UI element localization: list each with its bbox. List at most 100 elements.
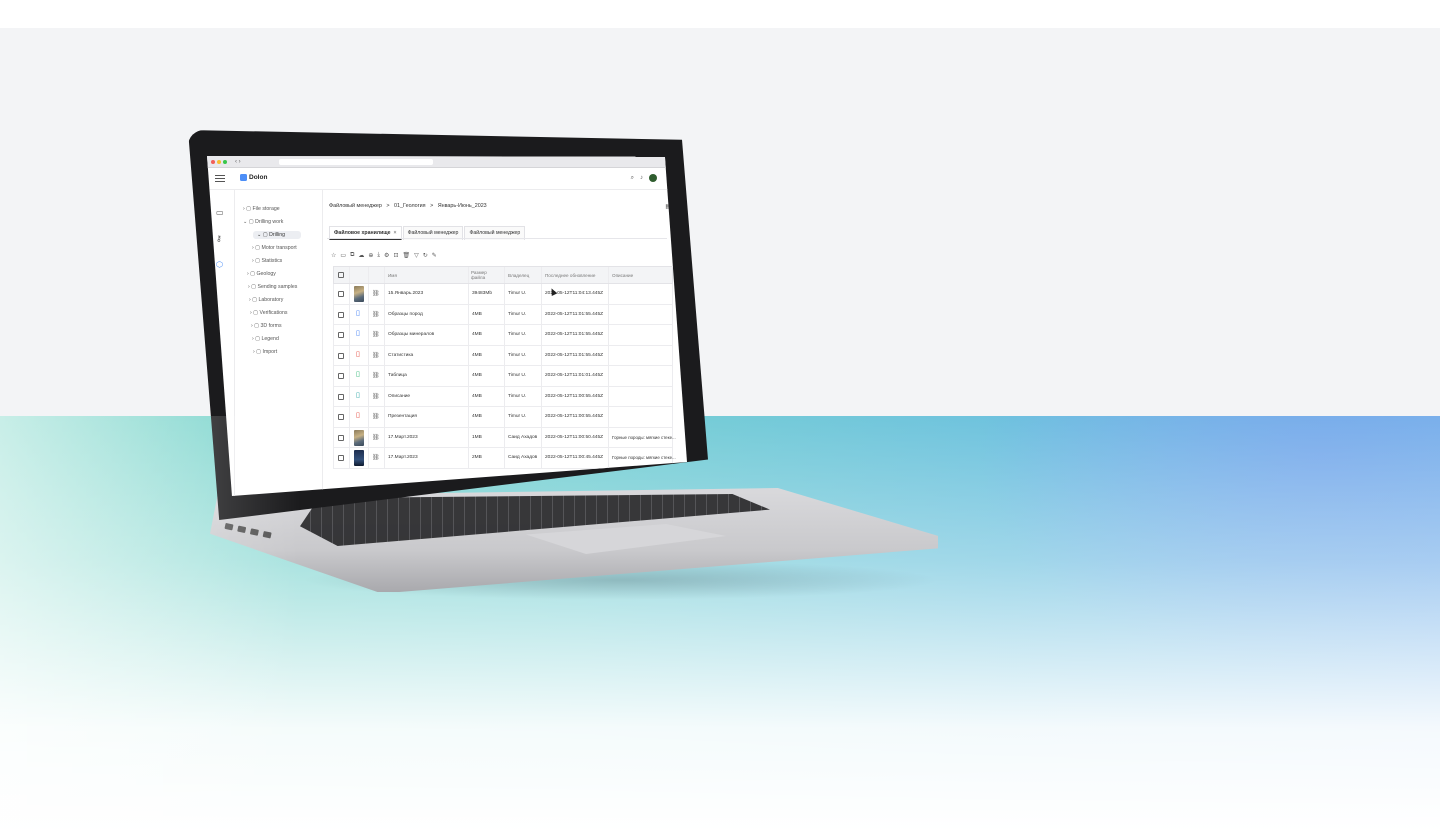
link-icon[interactable]: ⛓ <box>372 311 380 318</box>
tree-item-motor-transport[interactable]: › ▢ Motor transport <box>252 245 297 251</box>
breadcrumb-item[interactable]: Январь-Июнь_2023 <box>438 203 487 209</box>
breadcrumb-separator: > <box>430 203 434 209</box>
text-file-icon[interactable]: ▯ <box>356 392 360 400</box>
file-name[interactable]: 17.Март.2023 <box>388 455 418 460</box>
table-row[interactable]: ▯ ⛓ Описание 4MB Timur U. 2022-05-12T11:00:55… <box>333 386 673 407</box>
presentation-file-icon[interactable]: ▯ <box>356 412 360 420</box>
image-thumbnail[interactable] <box>354 429 364 446</box>
row-checkbox[interactable] <box>338 414 344 420</box>
file-table: Имя Размер файла Владелец Последнее обно… <box>333 266 676 469</box>
tab-close-icon[interactable]: × <box>394 230 397 236</box>
table-row[interactable]: ⛓ 17.Март.2023 1MB Саид Ахадов 2022-05-12T11… <box>333 427 676 448</box>
document-file-icon[interactable]: ▯ <box>356 330 360 338</box>
link-icon[interactable]: ⛓ <box>372 372 380 379</box>
file-name[interactable]: 17.Март.2023 <box>388 435 418 440</box>
toolbar: ☆ ▭ ⧉ ☁ ⊕ ⤓ ⚙ ⊡ 🗑 ▽ ↻ ✎ <box>331 252 437 259</box>
document-file-icon[interactable]: ▯ <box>356 310 360 318</box>
row-checkbox[interactable] <box>338 352 344 359</box>
monitor-icon[interactable]: ▭ <box>216 208 224 217</box>
table-row[interactable]: ⛓ 17.Март.2023 2MB Саид Ахадов 2022-05-12T11… <box>333 448 676 469</box>
key-icon[interactable]: ⚷ <box>216 234 222 243</box>
browser-nav-arrows-icon[interactable]: ‹ › <box>235 159 241 165</box>
cube-icon[interactable]: ⬡ <box>216 260 223 269</box>
tabs-divider <box>327 238 667 239</box>
share-icon[interactable]: ⊕ <box>368 252 373 259</box>
tree-item-laboratory[interactable]: › ▢ Laboratory <box>249 297 283 303</box>
file-name[interactable]: Образцы пород <box>388 312 423 317</box>
file-updated: 2022-05-12T11:00:55.445Z <box>545 414 604 419</box>
link-icon[interactable]: ⛓ <box>372 454 380 461</box>
header-actions: ⌕ ♪ <box>631 174 657 182</box>
file-name[interactable]: 15.Январь.2023 <box>388 291 423 296</box>
row-checkbox[interactable] <box>338 393 344 400</box>
minimize-dot[interactable] <box>217 159 221 164</box>
tree-item-verifications[interactable]: › ▢ Verifications <box>250 310 287 316</box>
spreadsheet-file-icon[interactable]: ▯ <box>356 371 360 379</box>
link-icon[interactable]: ⛓ <box>372 393 380 400</box>
notification-icon[interactable]: ♪ <box>640 175 643 181</box>
menu-icon[interactable] <box>215 174 225 184</box>
link-icon[interactable]: ⛓ <box>372 434 380 441</box>
column-header-size[interactable]: Размер файла <box>471 270 497 281</box>
copy-icon[interactable]: ⧉ <box>350 252 354 259</box>
image-thumbnail[interactable] <box>354 286 364 302</box>
column-header-updated[interactable]: Последнее обновление <box>545 273 595 278</box>
table-row[interactable]: ▯ ⛓ Образцы пород 4MB Timur U. 2022-05-12T11:… <box>333 304 673 325</box>
file-updated: 2022-05-12T11:01:55.445Z <box>545 332 604 337</box>
row-checkbox[interactable] <box>338 373 344 379</box>
tree-item-3d-forms[interactable]: › ▢ 3D forms <box>251 323 282 329</box>
cloud-icon[interactable]: ☁ <box>358 252 364 259</box>
search-icon[interactable]: ⌕ <box>631 175 634 182</box>
file-size: 4MB <box>472 414 482 419</box>
row-checkbox[interactable] <box>338 291 344 297</box>
tree-item-import[interactable]: › ▢ Import <box>253 349 277 355</box>
link-icon[interactable]: ⛓ <box>372 290 380 297</box>
column-header-name[interactable]: Имя <box>388 273 397 278</box>
row-checkbox[interactable] <box>338 434 344 441</box>
file-name[interactable]: Презентация <box>388 414 417 419</box>
star-icon[interactable]: ☆ <box>331 252 336 259</box>
file-name[interactable]: Статистика <box>388 353 413 358</box>
link-icon[interactable]: ⛓ <box>372 352 380 359</box>
tree-item-drilling[interactable]: ⌄ ▢ Drilling <box>253 231 301 239</box>
maximize-dot[interactable] <box>223 159 227 164</box>
link-icon[interactable]: ⛓ <box>372 331 380 338</box>
address-bar[interactable] <box>279 159 433 165</box>
tree-item-geology[interactable]: › ▢ Geology <box>247 271 276 277</box>
link-icon[interactable]: ⛓ <box>372 413 380 420</box>
breadcrumb-item[interactable]: Файловый менеджер <box>329 203 382 209</box>
filter-icon[interactable]: ▽ <box>414 252 419 259</box>
tree-item-legend[interactable]: › ▢ Legend <box>252 336 279 342</box>
table-row[interactable]: ⛓ 15.Январь.2023 39483Mb Timur U. 2022-05-12… <box>333 284 673 305</box>
edit-icon[interactable]: ✎ <box>432 252 437 259</box>
file-updated: 2022-05-12T11:01:55.445Z <box>545 311 604 317</box>
select-all-checkbox[interactable] <box>338 272 344 278</box>
file-name[interactable]: Описание <box>388 394 410 399</box>
row-checkbox[interactable] <box>338 455 344 461</box>
tree-item-drilling-work[interactable]: ⌄ ▢ Drilling work <box>243 219 283 225</box>
tree-item-sending-samples[interactable]: › ▢ Sending samples <box>248 284 297 290</box>
tree-item-file-storage[interactable]: › ▢ File storage <box>243 206 280 212</box>
trash-icon[interactable]: 🗑 <box>402 252 410 259</box>
breadcrumb-item[interactable]: 01_Геология <box>394 203 426 209</box>
table-row[interactable]: ▯ ⛓ Статистика 4MB Timur U. 2022-05-12T11:01:… <box>333 345 673 366</box>
table-row[interactable]: ▯ ⛓ Презентация 4MB Timur U. 2022-05-12T11:00… <box>333 407 673 428</box>
row-checkbox[interactable] <box>338 311 344 318</box>
close-dot[interactable] <box>211 159 215 164</box>
file-name[interactable]: Таблица <box>388 373 407 378</box>
refresh-icon[interactable]: ↻ <box>423 252 428 259</box>
view-icon[interactable]: ⊡ <box>393 252 398 259</box>
column-header-description[interactable]: Описание <box>612 273 633 278</box>
pdf-file-icon[interactable]: ▯ <box>356 351 360 359</box>
download-icon[interactable]: ⤓ <box>377 252 380 259</box>
table-row[interactable]: ▯ ⛓ Таблица 4MB Timur U. 2022-05-12T11:01:01.… <box>333 366 673 387</box>
gear-icon[interactable]: ⚙ <box>384 252 389 259</box>
tree-item-statistics[interactable]: › ▢ Statistics <box>252 258 282 264</box>
image-thumbnail[interactable] <box>354 450 364 466</box>
file-name[interactable]: Образцы минералов <box>388 332 434 337</box>
folder-icon[interactable]: ▭ <box>340 252 346 259</box>
column-header-owner[interactable]: Владелец <box>508 273 529 278</box>
table-row[interactable]: ▯ ⛓ Образцы минералов 4MB Timur U. 2022-05-12… <box>333 325 673 346</box>
avatar[interactable] <box>649 174 657 182</box>
row-checkbox[interactable] <box>338 332 344 338</box>
